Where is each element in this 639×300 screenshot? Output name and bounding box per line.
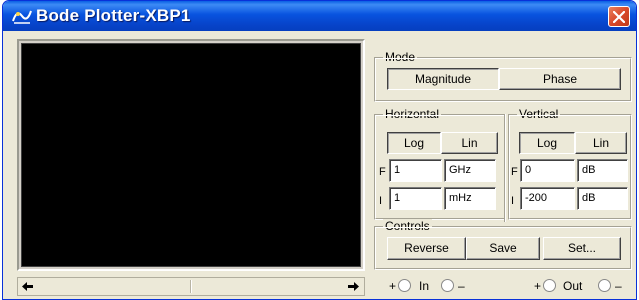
set-button[interactable]: Set... [543,237,621,260]
phase-button[interactable]: Phase [499,68,621,90]
scrollbar-divider [190,280,192,293]
mode-legend: Mode [383,50,418,64]
plot-frame [17,39,365,271]
scroll-left-arrow-icon[interactable] [19,279,36,294]
vertical-final-input[interactable]: 0 [520,159,575,182]
horizontal-log-button[interactable]: Log [387,132,441,154]
in-minus-label: – [458,279,465,293]
out-plus-label: + [534,279,542,293]
vertical-log-button[interactable]: Log [519,132,575,154]
out-label: Out [563,279,583,293]
horizontal-initial-unit[interactable]: mHz [444,187,496,210]
vertical-lin-button[interactable]: Lin [575,132,627,154]
vertical-final-unit[interactable]: dB [577,159,628,182]
group-divider [504,114,506,222]
window-title: Bode Plotter-XBP1 [36,6,191,25]
in-plus-label: + [389,279,397,293]
out-minus-terminal[interactable] [598,279,611,292]
horizontal-scrollbar[interactable] [17,277,365,296]
close-icon [613,11,625,23]
scroll-right-arrow-icon[interactable] [345,279,362,294]
in-minus-terminal[interactable] [441,279,454,292]
out-plus-terminal[interactable] [543,279,556,292]
horizontal-final-input[interactable]: 1 [389,159,442,182]
horizontal-final-label: F [379,166,386,178]
controls-legend: Controls [383,219,432,233]
save-button[interactable]: Save [466,237,540,260]
in-label: In [419,279,430,293]
close-button[interactable] [608,6,630,27]
horizontal-lin-button[interactable]: Lin [441,132,498,154]
bode-plotter-icon [12,7,32,25]
in-plus-terminal[interactable] [398,279,411,292]
bode-plot-display[interactable] [21,43,361,267]
vertical-legend: Vertical [517,107,561,121]
reverse-button[interactable]: Reverse [387,237,466,260]
horizontal-initial-input[interactable]: 1 [389,187,442,210]
vertical-initial-label: I [511,195,515,207]
vertical-final-label: F [511,166,518,178]
horizontal-legend: Horizontal [383,107,442,121]
vertical-initial-unit[interactable]: dB [577,187,628,210]
out-minus-label: – [615,279,622,293]
horizontal-final-unit[interactable]: GHz [444,159,496,182]
horizontal-initial-label: I [379,195,383,207]
vertical-initial-input[interactable]: -200 [520,187,575,210]
bode-plotter-window: Bode Plotter-XBP1 Mode Magnitude Phase H… [2,0,637,300]
magnitude-button[interactable]: Magnitude [387,68,499,90]
title-bar[interactable]: Bode Plotter-XBP1 [3,1,636,31]
